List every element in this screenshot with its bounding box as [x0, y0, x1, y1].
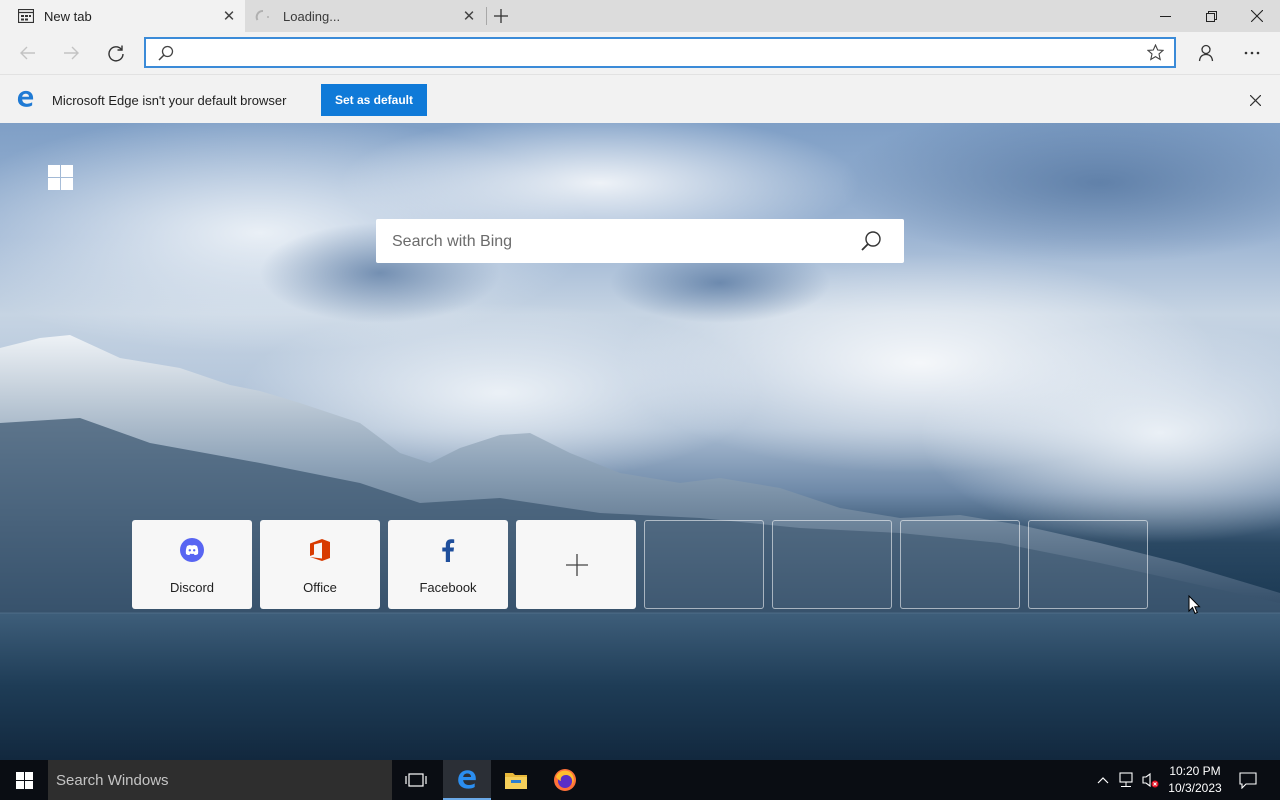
mouse-pointer-icon [1188, 594, 1201, 620]
bing-search-box[interactable] [376, 219, 904, 263]
navigation-bar [0, 32, 1280, 74]
clock-date: 10/3/2023 [1168, 781, 1222, 795]
tab-loading[interactable]: Loading... ✕ [245, 0, 485, 32]
plus-icon [494, 9, 508, 23]
task-view-button[interactable] [392, 760, 440, 800]
empty-tile-slot [644, 520, 764, 609]
infobar-message: Microsoft Edge isn't your default browse… [52, 93, 287, 108]
office-icon [308, 538, 332, 562]
more-options-icon [1244, 51, 1260, 55]
task-view-icon [405, 773, 427, 787]
edge-logo-icon [16, 89, 35, 113]
search-icon[interactable] [860, 230, 882, 257]
clock-time: 10:20 PM [1169, 764, 1221, 778]
settings-menu-button[interactable] [1237, 38, 1267, 68]
show-hidden-icons-button[interactable] [1094, 760, 1112, 800]
chevron-up-icon [1097, 777, 1109, 784]
tile-label: Office [303, 580, 337, 595]
address-input[interactable] [182, 43, 1142, 63]
taskbar: 10:20 PM 10/3/2023 [0, 760, 1280, 800]
taskbar-search-box[interactable] [48, 760, 392, 800]
new-tab-button[interactable] [488, 4, 514, 28]
windows-logo-icon [48, 165, 73, 190]
restore-button[interactable] [1188, 0, 1234, 32]
favorite-star-icon[interactable] [1146, 43, 1165, 66]
close-window-button[interactable] [1234, 0, 1280, 32]
back-button[interactable] [13, 38, 43, 68]
taskbar-edge-button[interactable] [443, 760, 491, 800]
network-tray-button[interactable] [1116, 760, 1136, 800]
default-browser-infobar: Microsoft Edge isn't your default browse… [0, 74, 1280, 123]
loading-spinner-icon [255, 9, 271, 23]
file-explorer-icon [505, 773, 527, 789]
windows-start-icon [15, 771, 33, 789]
new-tab-page: Discord Office Facebook [0, 123, 1280, 760]
close-tab-icon[interactable]: ✕ [461, 8, 477, 24]
tab-label: Loading... [283, 9, 341, 24]
refresh-icon [108, 45, 124, 62]
discord-icon [180, 538, 204, 562]
empty-tile-slot [900, 520, 1020, 609]
firefox-icon [554, 769, 576, 791]
top-site-tile-office[interactable]: Office [260, 520, 380, 609]
profile-icon [1198, 44, 1214, 62]
taskbar-file-explorer-button[interactable] [492, 760, 540, 800]
top-site-tile-discord[interactable]: Discord [132, 520, 252, 609]
network-icon [1119, 772, 1133, 787]
facebook-icon [436, 538, 460, 562]
back-arrow-icon [20, 46, 35, 60]
add-site-tile[interactable] [516, 520, 636, 609]
new-tab-page-icon [17, 8, 35, 24]
set-as-default-button[interactable]: Set as default [321, 84, 427, 116]
empty-tile-slot [1028, 520, 1148, 609]
system-clock[interactable]: 10:20 PM 10/3/2023 [1160, 763, 1230, 797]
tab-new-tab[interactable]: New tab ✕ [0, 0, 245, 32]
close-tab-icon[interactable]: ✕ [221, 8, 237, 24]
taskbar-firefox-button[interactable] [541, 760, 589, 800]
tab-label: New tab [44, 9, 92, 24]
refresh-button[interactable] [101, 38, 131, 68]
top-site-tile-facebook[interactable]: Facebook [388, 520, 508, 609]
volume-tray-button[interactable] [1140, 760, 1160, 800]
minimize-icon [1159, 15, 1171, 17]
restore-icon [1205, 10, 1217, 22]
action-center-button[interactable] [1236, 760, 1260, 800]
minimize-button[interactable] [1142, 0, 1188, 32]
tile-label: Discord [169, 580, 215, 595]
taskbar-search-input[interactable] [56, 771, 376, 789]
close-icon [1251, 10, 1263, 22]
empty-tile-slot [772, 520, 892, 609]
edge-icon [458, 770, 476, 789]
forward-button[interactable] [56, 38, 86, 68]
address-bar[interactable] [144, 37, 1176, 68]
forward-arrow-icon [64, 46, 79, 60]
tile-label: Facebook [419, 580, 477, 595]
bing-search-input[interactable] [392, 231, 842, 253]
tab-separator [486, 7, 487, 25]
plus-icon [565, 553, 589, 577]
search-icon [158, 45, 174, 66]
profile-button[interactable] [1191, 38, 1221, 68]
volume-muted-icon [1142, 772, 1159, 788]
notification-icon [1239, 771, 1257, 789]
close-icon[interactable] [1246, 91, 1264, 109]
start-button[interactable] [0, 760, 48, 800]
tab-strip: New tab ✕ Loading... ✕ [0, 0, 1280, 32]
